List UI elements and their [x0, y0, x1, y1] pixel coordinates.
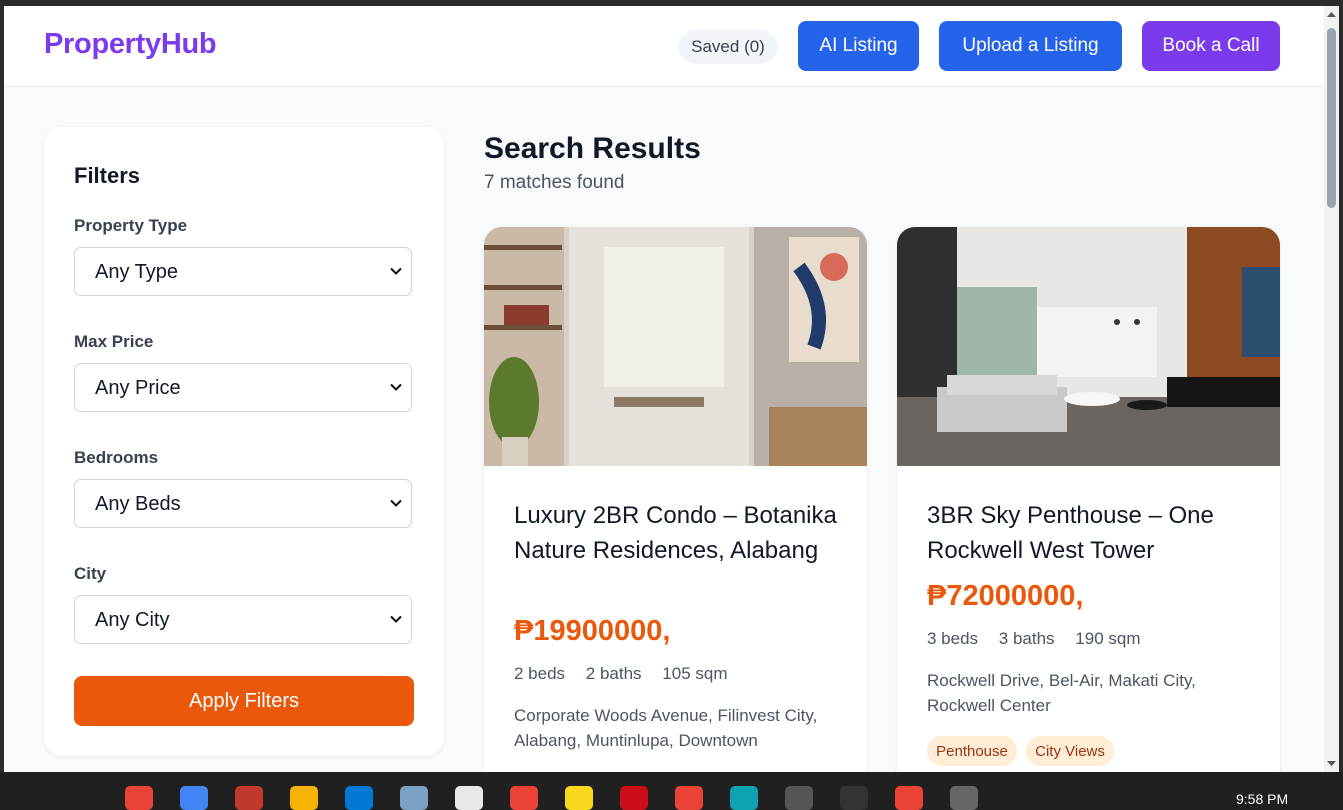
- results-count: 7 matches found: [484, 172, 625, 193]
- app-icon[interactable]: [235, 786, 263, 810]
- property-type-select[interactable]: Any Type: [74, 247, 412, 296]
- beds-count: 3 beds: [927, 629, 979, 648]
- baths-count: 2 baths: [585, 664, 642, 683]
- listing-location: Corporate Woods Avenue, Filinvest City, …: [514, 706, 818, 750]
- chrome-icon[interactable]: [180, 786, 208, 810]
- terminal-icon[interactable]: [950, 786, 978, 810]
- property-type-value: Any Type: [95, 261, 179, 283]
- site-header: PropertyHub Saved (0) AI Listing Upload …: [4, 6, 1324, 87]
- listing-tag: Penthouse: [927, 736, 1017, 766]
- app-icon[interactable]: [400, 786, 428, 810]
- edge-icon[interactable]: [730, 786, 758, 810]
- filters-panel: Filters Property Type Any Type Max Price…: [44, 127, 444, 756]
- upload-listing-button[interactable]: Upload a Listing: [939, 21, 1122, 71]
- chevron-down-icon: [390, 615, 402, 623]
- listing-tag: City Views: [1026, 736, 1114, 766]
- listing-card[interactable]: Luxury 2BR Condo – Botanika Nature Resid…: [484, 227, 867, 772]
- scroll-down-icon[interactable]: [1327, 759, 1336, 768]
- results-title: Search Results: [484, 132, 701, 165]
- city-label: City: [74, 564, 107, 583]
- opera-icon[interactable]: [620, 786, 648, 810]
- chevron-down-icon: [390, 383, 402, 391]
- area-size: 190 sqm: [1075, 629, 1141, 648]
- app-icon[interactable]: [785, 786, 813, 810]
- property-type-label: Property Type: [74, 216, 188, 235]
- listing-photo: [484, 227, 867, 466]
- listing-location: Rockwell Drive, Bel-Air, Makati City, Ro…: [927, 671, 1196, 715]
- apply-filters-button[interactable]: Apply Filters: [74, 676, 414, 726]
- chevron-down-icon: [390, 499, 402, 507]
- bedrooms-label: Bedrooms: [74, 448, 159, 467]
- chevron-down-icon: [390, 267, 402, 275]
- vscode-icon[interactable]: [345, 786, 373, 810]
- listing-specs: 3 beds 3 baths 190 sqm: [927, 629, 1156, 649]
- listing-specs: 2 beds 2 baths 105 sqm: [514, 664, 743, 684]
- filters-title: Filters: [74, 163, 141, 188]
- city-select[interactable]: Any City: [74, 595, 412, 644]
- brand-logo[interactable]: PropertyHub: [44, 28, 217, 61]
- max-price-label: Max Price: [74, 332, 154, 351]
- ai-listing-button[interactable]: AI Listing: [798, 21, 919, 71]
- folder-icon[interactable]: [290, 786, 318, 810]
- city-value: Any City: [95, 609, 170, 631]
- browser-window: PropertyHub Saved (0) AI Listing Upload …: [4, 6, 1339, 772]
- os-taskbar: 9:58 PM: [0, 772, 1343, 810]
- saved-button[interactable]: Saved (0): [678, 30, 778, 64]
- scrollbar-thumb[interactable]: [1327, 28, 1336, 208]
- book-call-button[interactable]: Book a Call: [1142, 21, 1280, 71]
- area-size: 105 sqm: [662, 664, 728, 683]
- page-scrollbar[interactable]: [1324, 6, 1339, 772]
- max-price-value: Any Price: [95, 377, 181, 399]
- listing-photo: [897, 227, 1280, 466]
- system-clock[interactable]: 9:58 PM: [1236, 791, 1288, 807]
- chrome-icon[interactable]: [675, 786, 703, 810]
- scroll-up-icon[interactable]: [1327, 10, 1336, 19]
- listing-title[interactable]: Luxury 2BR Condo – Botanika Nature Resid…: [514, 498, 844, 568]
- notion-icon[interactable]: [455, 786, 483, 810]
- beds-count: 2 beds: [514, 664, 566, 683]
- chrome-icon[interactable]: [510, 786, 538, 810]
- baths-count: 3 baths: [998, 629, 1055, 648]
- listing-title[interactable]: 3BR Sky Penthouse – One Rockwell West To…: [927, 498, 1257, 568]
- chrome-icon[interactable]: [125, 786, 153, 810]
- listing-price: ₱19900000,: [514, 615, 671, 647]
- bedrooms-select[interactable]: Any Beds: [74, 479, 412, 528]
- chrome-icon[interactable]: [895, 786, 923, 810]
- listing-card[interactable]: 3BR Sky Penthouse – One Rockwell West To…: [897, 227, 1280, 772]
- bedrooms-value: Any Beds: [95, 493, 181, 515]
- sticky-notes-icon[interactable]: [565, 786, 593, 810]
- listing-price: ₱72000000,: [927, 580, 1084, 612]
- max-price-select[interactable]: Any Price: [74, 363, 412, 412]
- app-icon[interactable]: [840, 786, 868, 810]
